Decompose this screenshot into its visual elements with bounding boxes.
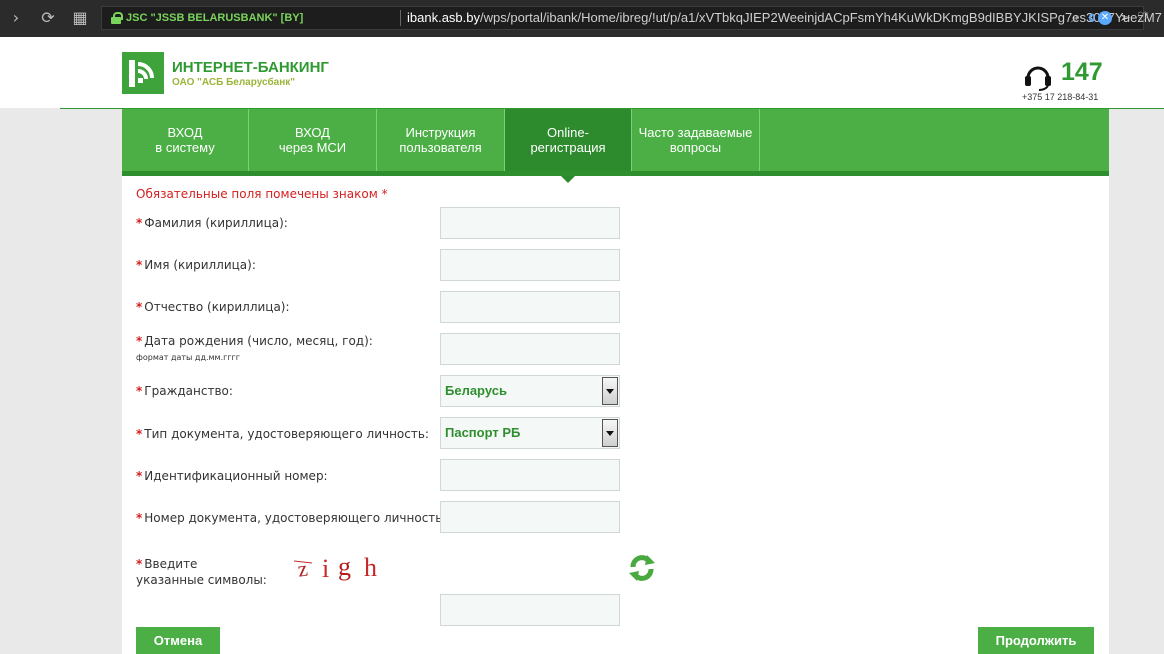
- url-path: /wps/portal/ibank/Home/ibreg/!ut/p/a1/xV…: [480, 10, 1162, 25]
- surname-input[interactable]: [440, 207, 620, 239]
- required-star: *: [136, 557, 143, 571]
- tab-login[interactable]: ВХОД в систему: [122, 109, 249, 171]
- doc-number-label: * Номер документа, удостоверяющего личнос…: [136, 511, 446, 525]
- name-label: * Имя (кириллица):: [136, 258, 256, 272]
- url-host: ibank.asb.by: [407, 10, 480, 25]
- required-star: *: [136, 427, 143, 441]
- security-badge[interactable]: JSC "JSSB BELARUSBANK" [BY]: [102, 7, 309, 29]
- nav-tabs: ВХОД в систему ВХОД через МСИ Инструкция…: [122, 109, 1109, 183]
- label-text: Введите: [144, 557, 198, 571]
- captcha-input[interactable]: [440, 594, 620, 626]
- tab-label: Online- регистрация: [530, 125, 606, 155]
- birthdate-label: * Дата рождения (число, месяц, год):: [136, 334, 373, 348]
- birthdate-input[interactable]: [440, 333, 620, 365]
- tab-label: Часто задаваемые вопросы: [638, 125, 753, 155]
- security-label: JSC "JSSB BELARUSBANK" [BY]: [126, 12, 304, 24]
- id-number-label: * Идентификационный номер:: [136, 469, 328, 483]
- select-value: Беларусь: [445, 383, 507, 398]
- url-text[interactable]: ibank.asb.by/wps/portal/ibank/Home/ibreg…: [407, 7, 1162, 29]
- address-bar[interactable]: JSC "JSSB BELARUSBANK" [BY] ibank.asb.by…: [101, 6, 1162, 30]
- reload-icon[interactable]: ⟳: [38, 8, 58, 28]
- label-text: Отчество (кириллица):: [144, 300, 290, 314]
- label-text: Идентификационный номер:: [144, 469, 328, 483]
- required-star: *: [136, 334, 143, 348]
- required-star: *: [136, 511, 143, 525]
- citizenship-label: * Гражданство:: [136, 384, 233, 398]
- brand-title: ИНТЕРНЕТ-БАНКИНГ: [172, 59, 329, 76]
- dropdown-arrow-icon[interactable]: [602, 419, 618, 447]
- doc-type-select[interactable]: Паспорт РБ: [440, 417, 620, 449]
- send-icon[interactable]: ➢: [1116, 9, 1134, 27]
- captcha-image: z i g h: [293, 552, 377, 583]
- tab-online-registration[interactable]: Online- регистрация: [505, 109, 632, 183]
- site-header: ИНТЕРНЕТ-БАНКИНГ ОАО "АСБ Беларусбанк" 1…: [0, 37, 1164, 108]
- label-text: Номер документа, удостоверяющего личност…: [144, 511, 447, 525]
- forward-icon[interactable]: ›: [6, 8, 26, 28]
- doc-number-input[interactable]: [440, 501, 620, 533]
- brand-subtitle: ОАО "АСБ Беларусбанк": [172, 77, 295, 88]
- ad-block-icon[interactable]: ✕: [1098, 11, 1112, 25]
- patronymic-label: * Отчество (кириллица):: [136, 300, 290, 314]
- captcha-char: z: [296, 556, 309, 582]
- required-star: *: [136, 469, 143, 483]
- label-text: Дата рождения (число, месяц, год):: [144, 334, 373, 348]
- select-value: Паспорт РБ: [445, 425, 521, 440]
- captcha-char: h: [364, 553, 377, 582]
- phone-number: +375 17 218-84-31: [1022, 92, 1099, 102]
- continue-button[interactable]: Продолжить: [978, 627, 1094, 654]
- surname-label: * Фамилия (кириллица):: [136, 216, 288, 230]
- id-number-input[interactable]: [440, 459, 620, 491]
- birthdate-hint: формат даты дд.мм.гггг: [136, 353, 240, 362]
- tab-label: ВХОД через МСИ: [278, 125, 347, 155]
- label-text: Фамилия (кириллица):: [144, 216, 288, 230]
- doc-type-label: * Тип документа, удостоверяющего личность…: [136, 427, 429, 441]
- page: ИНТЕРНЕТ-БАНКИНГ ОАО "АСБ Беларусбанк" 1…: [0, 37, 1164, 654]
- captcha-char: i: [322, 554, 329, 583]
- tab-login-msi[interactable]: ВХОД через МСИ: [249, 109, 377, 171]
- browser-toolbar: › ⟳ ▦ JSC "JSSB BELARUSBANK" [BY] ibank.…: [0, 0, 1164, 37]
- main-content: ВХОД в систему ВХОД через МСИ Инструкция…: [122, 109, 1109, 654]
- label-text: Тип документа, удостоверяющего личность:: [144, 427, 429, 441]
- required-star: *: [136, 384, 143, 398]
- required-star: *: [136, 300, 143, 314]
- tab-label: Инструкция пользователя: [399, 125, 482, 155]
- patronymic-input[interactable]: [440, 291, 620, 323]
- name-input[interactable]: [440, 249, 620, 281]
- label-text: Гражданство:: [144, 384, 233, 398]
- hotline-number: 147: [1061, 58, 1103, 86]
- required-star: *: [136, 258, 143, 272]
- citizenship-select[interactable]: Беларусь: [440, 375, 620, 407]
- captcha-char: g: [338, 552, 351, 581]
- bank-logo[interactable]: [122, 52, 164, 94]
- tab-user-guide[interactable]: Инструкция пользователя: [377, 109, 505, 171]
- blocked-count: 0: [1088, 11, 1096, 25]
- required-note: Обязательные поля помечены знаком *: [136, 187, 388, 201]
- label-text: Имя (кириллица):: [144, 258, 256, 272]
- speed-dial-icon[interactable]: ▦: [70, 8, 90, 28]
- heart-icon[interactable]: ♡: [1134, 9, 1152, 27]
- search-icon[interactable]: ⌕: [1066, 9, 1084, 27]
- refresh-captcha-icon[interactable]: [627, 553, 657, 583]
- required-star: *: [136, 216, 143, 230]
- address-separator: [400, 10, 401, 26]
- captcha-label: * Введите: [136, 557, 197, 571]
- headset-icon: [1025, 66, 1051, 91]
- cancel-button[interactable]: Отмена: [136, 627, 220, 654]
- tab-label: ВХОД в систему: [155, 125, 215, 155]
- captcha-label-line2: указанные символы:: [136, 573, 267, 587]
- lock-icon: [111, 12, 123, 24]
- dropdown-arrow-icon[interactable]: [602, 377, 618, 405]
- tab-faq[interactable]: Часто задаваемые вопросы: [632, 109, 760, 171]
